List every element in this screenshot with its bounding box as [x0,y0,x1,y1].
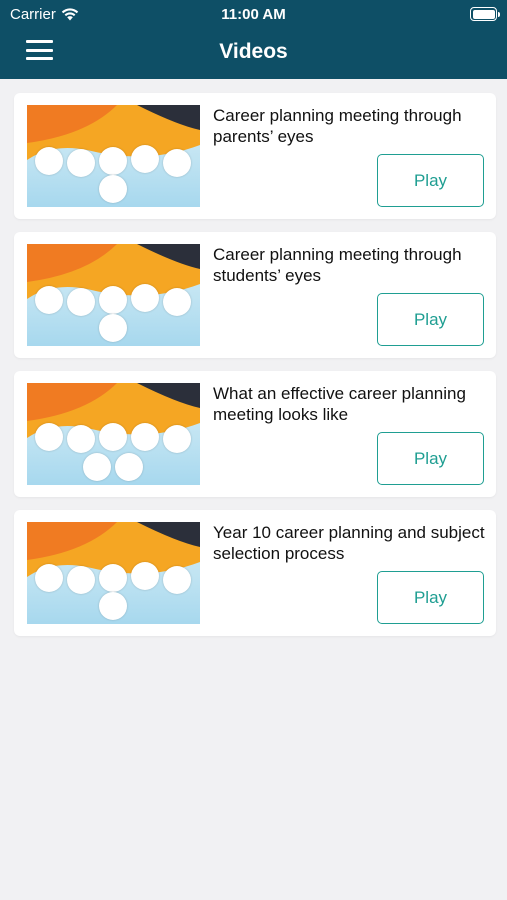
video-title: Career planning meeting through students… [213,245,462,285]
video-title: What an effective career planning meetin… [213,384,466,424]
video-title: Career planning meeting through parents’… [213,106,462,146]
top-bar: Carrier 11:00 AM Videos [0,0,507,79]
play-button[interactable]: Play [377,571,484,624]
video-card: What an effective career planning meetin… [14,371,496,497]
video-card: Year 10 career planning and subject sele… [14,510,496,636]
video-thumbnail[interactable] [27,383,200,485]
video-card: Career planning meeting through students… [14,232,496,358]
video-thumbnail[interactable] [27,105,200,207]
video-thumbnail[interactable] [27,244,200,346]
play-button[interactable]: Play [377,154,484,207]
play-button[interactable]: Play [377,293,484,346]
video-card: Career planning meeting through parents’… [14,93,496,219]
status-bar: Carrier 11:00 AM [0,0,507,28]
video-list: Career planning meeting through parents’… [14,93,496,649]
battery-icon [470,7,500,21]
video-title: Year 10 career planning and subject sele… [213,523,485,563]
status-time: 11:00 AM [221,6,286,23]
play-button[interactable]: Play [377,432,484,485]
page-title: Videos [219,40,288,63]
navigation-bar: Videos [0,28,507,79]
video-thumbnail[interactable] [27,522,200,624]
